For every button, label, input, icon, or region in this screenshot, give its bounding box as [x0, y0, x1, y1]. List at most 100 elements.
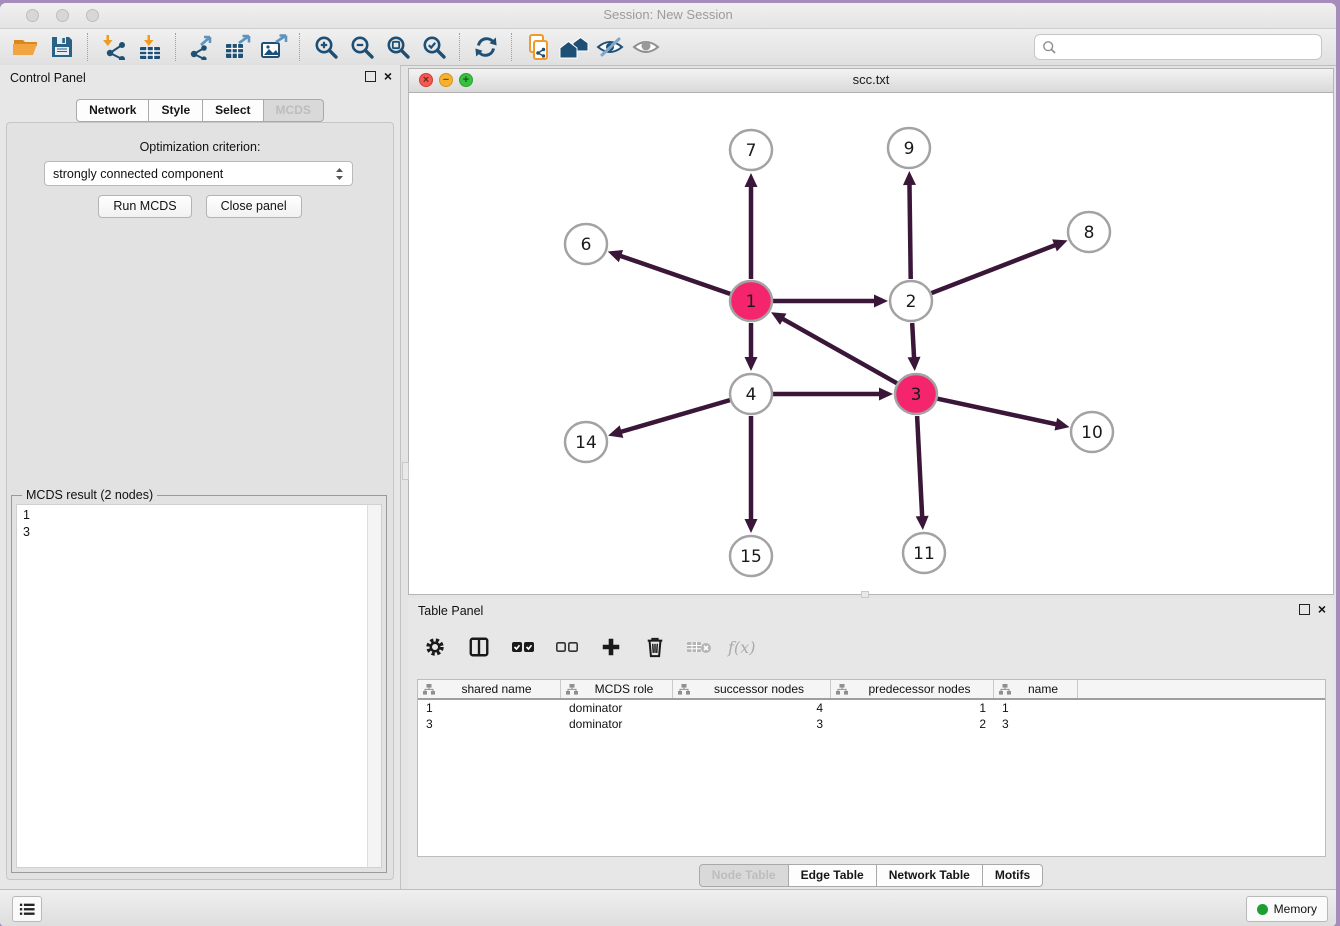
mcds-result-item[interactable]: 3: [23, 524, 30, 541]
graph-node-10[interactable]: 10: [1071, 412, 1113, 452]
criterion-select[interactable]: strongly connected component: [44, 161, 353, 186]
graph-edge-4-15[interactable]: [745, 416, 758, 533]
table-cell[interactable]: 2: [831, 716, 994, 732]
float-panel-icon[interactable]: [365, 71, 376, 82]
graph-edge-3-10[interactable]: [938, 399, 1070, 431]
tab-network-table[interactable]: Network Table: [877, 864, 983, 887]
column-header-successor-nodes[interactable]: successor nodes: [673, 680, 831, 698]
tab-mcds[interactable]: MCDS: [264, 99, 324, 122]
task-history-button[interactable]: [12, 896, 42, 922]
table-cell[interactable]: 4: [673, 700, 831, 716]
close-panel-icon[interactable]: ×: [384, 70, 392, 82]
column-header-name[interactable]: name: [994, 680, 1078, 698]
deselect-all-icon[interactable]: [552, 632, 582, 662]
table-cell[interactable]: dominator: [561, 716, 673, 732]
toolbar-separator: [459, 33, 461, 61]
zoom-selected-icon[interactable]: [416, 31, 452, 63]
graph-edge-1-2[interactable]: [773, 295, 888, 308]
graph-node-8[interactable]: 8: [1068, 212, 1110, 252]
graph-node-2[interactable]: 2: [890, 281, 932, 321]
table-row[interactable]: 3dominator323: [418, 716, 1325, 732]
window-titlebar[interactable]: Session: New Session: [0, 3, 1336, 29]
network-window-titlebar[interactable]: × − + scc.txt: [409, 69, 1333, 93]
delete-table-icon[interactable]: [684, 632, 714, 662]
search-field[interactable]: [1034, 34, 1322, 60]
graph-node-14[interactable]: 14: [565, 422, 607, 462]
refresh-view-icon[interactable]: [468, 31, 504, 63]
graph-edge-3-1[interactable]: [771, 312, 897, 383]
zoom-out-icon[interactable]: [344, 31, 380, 63]
table-cell[interactable]: 1: [994, 700, 1078, 716]
graph-edge-4-14[interactable]: [608, 400, 730, 438]
first-neighbors-icon[interactable]: [556, 31, 592, 63]
control-panel: Control Panel × NetworkStyleSelectMCDS O…: [0, 65, 401, 890]
graph-node-4[interactable]: 4: [730, 374, 772, 414]
table-panel-header: Table Panel ×: [408, 598, 1334, 624]
table-cell[interactable]: 1: [831, 700, 994, 716]
zoom-fit-icon[interactable]: [380, 31, 416, 63]
toggle-panes-icon[interactable]: [464, 632, 494, 662]
graph-node-15[interactable]: 15: [730, 536, 772, 576]
tab-style[interactable]: Style: [149, 99, 203, 122]
graph-node-7[interactable]: 7: [730, 130, 772, 170]
settings-icon[interactable]: [420, 632, 450, 662]
table-cell[interactable]: 3: [673, 716, 831, 732]
svg-text:10: 10: [1081, 423, 1103, 443]
hide-selected-icon[interactable]: [592, 31, 628, 63]
graph-node-9[interactable]: 9: [888, 128, 930, 168]
panel-divider-handle[interactable]: [402, 462, 409, 480]
open-session-icon[interactable]: [8, 31, 44, 63]
graph-edge-3-11[interactable]: [916, 416, 929, 530]
export-network-icon[interactable]: [184, 31, 220, 63]
mcds-result-list[interactable]: 13: [16, 504, 382, 868]
export-table-icon[interactable]: [220, 31, 256, 63]
graph-edge-1-4[interactable]: [745, 323, 758, 371]
graph-edge-1-6[interactable]: [608, 250, 730, 294]
memory-button[interactable]: Memory: [1246, 896, 1328, 922]
memory-status-icon: [1257, 904, 1268, 915]
tab-node-table[interactable]: Node Table: [699, 864, 789, 887]
graph-edge-2-9[interactable]: [903, 171, 916, 279]
save-session-icon[interactable]: [44, 31, 80, 63]
graph-node-6[interactable]: 6: [565, 224, 607, 264]
column-header-predecessor-nodes[interactable]: predecessor nodes: [831, 680, 994, 698]
import-network-icon[interactable]: [96, 31, 132, 63]
graph-node-11[interactable]: 11: [903, 533, 945, 573]
graph-edge-1-7[interactable]: [745, 173, 758, 279]
column-header-mcds-role[interactable]: MCDS role: [561, 680, 673, 698]
duplicate-network-icon[interactable]: [520, 31, 556, 63]
import-table-icon[interactable]: [132, 31, 168, 63]
tab-motifs[interactable]: Motifs: [983, 864, 1043, 887]
mcds-result-item[interactable]: 1: [23, 507, 30, 524]
close-panel-button[interactable]: Close panel: [206, 195, 302, 218]
column-header-shared-name[interactable]: shared name: [418, 680, 561, 698]
table-cell[interactable]: dominator: [561, 700, 673, 716]
run-mcds-button[interactable]: Run MCDS: [98, 195, 191, 218]
graph-node-3[interactable]: 3: [895, 374, 937, 414]
zoom-in-icon[interactable]: [308, 31, 344, 63]
delete-column-icon[interactable]: [640, 632, 670, 662]
graph-edge-2-3[interactable]: [908, 323, 921, 371]
graph-node-1[interactable]: 1: [730, 281, 772, 321]
window-resize-handle[interactable]: [861, 591, 869, 598]
result-scrollbar[interactable]: [367, 505, 381, 867]
table-toolbar: f(x): [420, 628, 755, 666]
network-canvas[interactable]: 7 9 6 8 1 2 4 3 14 10 15 11: [409, 92, 1333, 594]
float-panel-icon[interactable]: [1299, 604, 1310, 615]
table-cell[interactable]: 3: [994, 716, 1078, 732]
search-input[interactable]: [1061, 37, 1321, 57]
tab-network[interactable]: Network: [76, 99, 149, 122]
add-column-icon[interactable]: [596, 632, 626, 662]
show-all-icon[interactable]: [628, 31, 664, 63]
table-row[interactable]: 1dominator411: [418, 700, 1325, 716]
tab-select[interactable]: Select: [203, 99, 263, 122]
table-cell[interactable]: 3: [418, 716, 561, 732]
graph-edge-2-8[interactable]: [932, 239, 1068, 293]
graph-edge-4-3[interactable]: [773, 388, 893, 401]
tab-edge-table[interactable]: Edge Table: [789, 864, 877, 887]
close-panel-icon[interactable]: ×: [1318, 603, 1326, 615]
export-image-icon[interactable]: [256, 31, 292, 63]
table-cell[interactable]: 1: [418, 700, 561, 716]
select-all-icon[interactable]: [508, 632, 538, 662]
function-builder-icon[interactable]: f(x): [728, 638, 755, 657]
